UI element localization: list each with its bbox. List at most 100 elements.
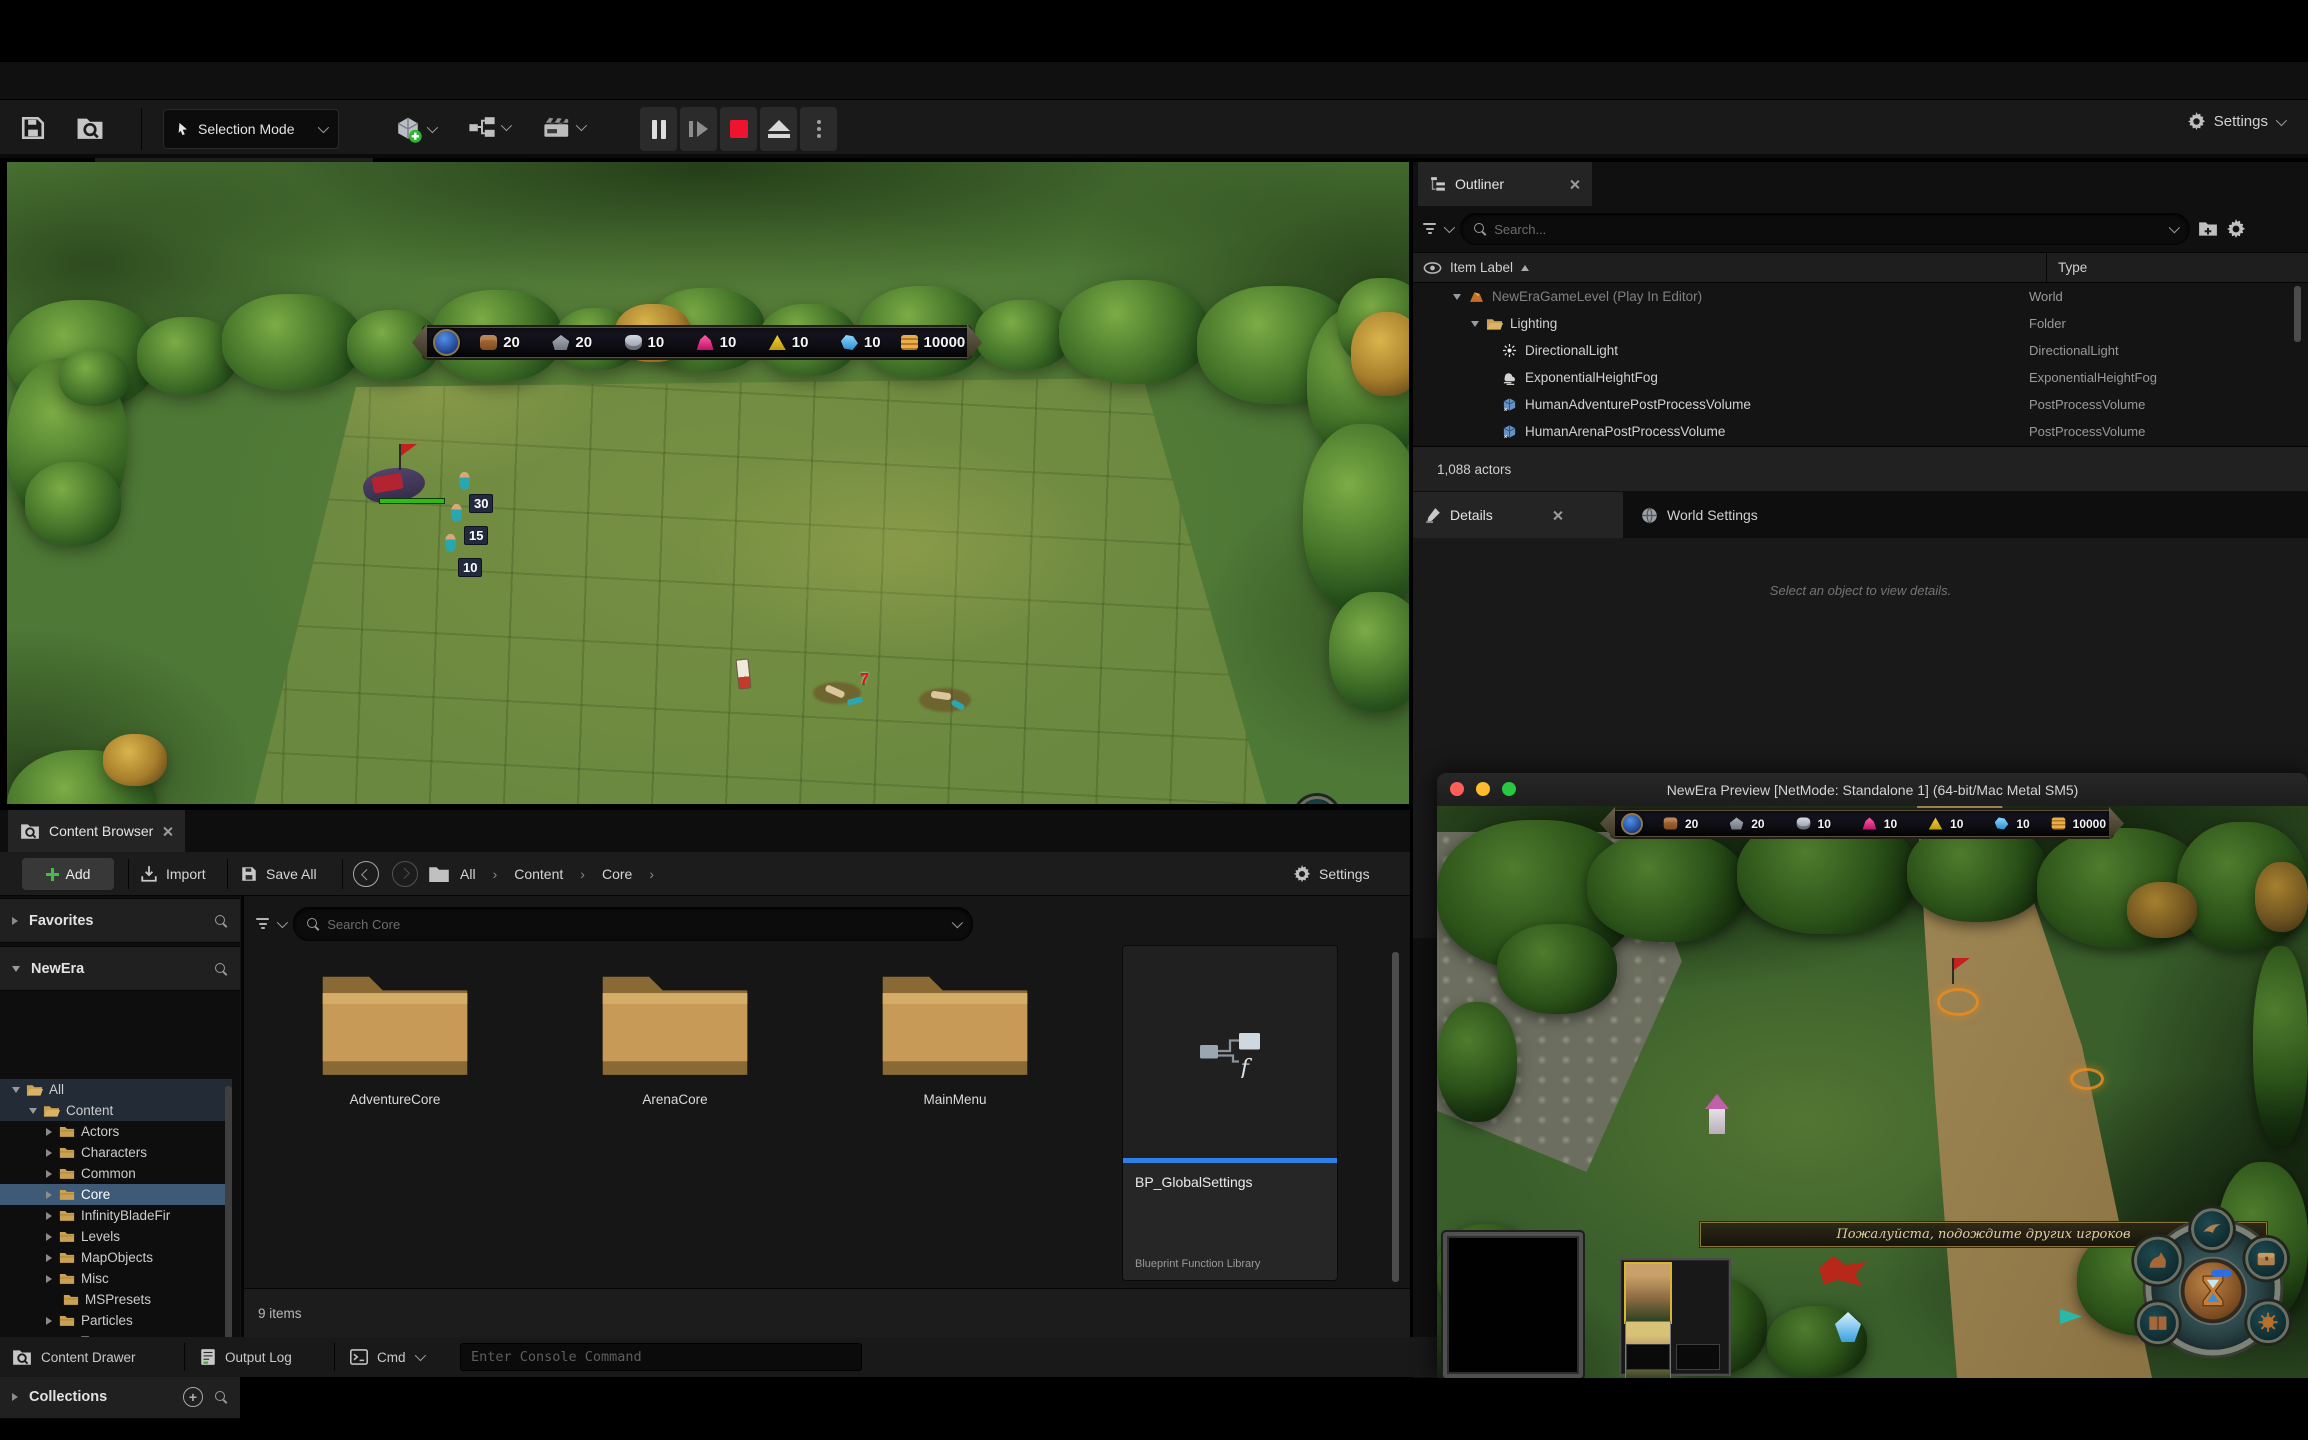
frame-skip-button[interactable]	[680, 107, 717, 151]
blueprints-button[interactable]	[468, 115, 509, 139]
sidebar-item-misc[interactable]: Misc	[0, 1268, 232, 1289]
outliner-search-box[interactable]	[1460, 213, 2190, 245]
add-folder-icon[interactable]	[2198, 219, 2218, 239]
defend-button[interactable]	[2247, 1301, 2289, 1343]
eject-button[interactable]	[760, 107, 797, 151]
sidebar-item-levels[interactable]: Levels	[0, 1226, 232, 1247]
favorites-section-header[interactable]: Favorites	[0, 898, 240, 943]
asset-tile-folder[interactable]: AdventureCore	[300, 960, 490, 1107]
outliner-row[interactable]: HumanArenaPostProcessVolumePostProcessVo…	[1413, 418, 2308, 445]
chevron-down-icon[interactable]	[952, 917, 963, 928]
close-icon[interactable]	[162, 826, 173, 837]
expander-down-icon[interactable]	[12, 1087, 20, 1093]
asset-search-input[interactable]	[327, 917, 944, 932]
inventory-button[interactable]	[2245, 1238, 2287, 1280]
outliner-row[interactable]: HumanAdventurePostProcessVolumePostProce…	[1413, 391, 2308, 418]
filter-icon[interactable]	[1423, 223, 1436, 235]
content-browser-settings-button[interactable]: Settings	[1293, 852, 1370, 896]
sidebar-item-infinitybladefir[interactable]: InfinityBladeFir	[0, 1205, 232, 1226]
outliner-row[interactable]: NewEraGameLevel (Play In Editor)World	[1413, 283, 2308, 310]
preview-command-wheel[interactable]	[2138, 1214, 2288, 1364]
preview-game-view[interactable]: 20201010101010000 Пожалуйста, подождите …	[1437, 806, 2308, 1378]
preview-hero-panel[interactable]	[1619, 1258, 1731, 1376]
close-icon[interactable]	[1569, 179, 1580, 190]
expander-right-icon[interactable]	[46, 1191, 52, 1199]
expander-right-icon[interactable]	[46, 1149, 52, 1157]
minimize-window-button[interactable]	[1476, 782, 1490, 796]
sidebar-item-mapobjects[interactable]: MapObjects	[0, 1247, 232, 1268]
expander-right-icon[interactable]	[46, 1170, 52, 1178]
import-button[interactable]: Import	[140, 852, 206, 896]
add-actor-button[interactable]	[394, 115, 435, 143]
preview-window[interactable]: NewEra Preview [NetMode: Standalone 1] (…	[1437, 773, 2308, 1378]
chevron-down-icon[interactable]	[2169, 222, 2180, 233]
sidebar-item-characters[interactable]: Characters	[0, 1142, 232, 1163]
spellbook-button[interactable]	[2137, 1302, 2179, 1344]
sidebar-item-actors[interactable]: Actors	[0, 1121, 232, 1142]
stop-button[interactable]	[720, 107, 757, 151]
expander-right-icon[interactable]	[46, 1275, 52, 1283]
type-column-header[interactable]: Type	[2058, 260, 2087, 275]
preview-title-bar[interactable]: NewEra Preview [NetMode: Standalone 1] (…	[1437, 773, 2308, 806]
collections-section-header[interactable]: Collections +	[0, 1374, 240, 1419]
asset-grid-scrollbar[interactable]	[1392, 952, 1399, 1282]
hero-slot-selected[interactable]	[1626, 1264, 1670, 1322]
expander-right-icon[interactable]	[46, 1317, 52, 1325]
expander-right-icon[interactable]	[46, 1128, 52, 1136]
add-button[interactable]: Add	[22, 858, 114, 890]
save-level-button[interactable]	[20, 115, 46, 141]
sidebar-item-core[interactable]: Core	[0, 1184, 232, 1205]
outliner-row[interactable]: LightingFolder	[1413, 310, 2308, 337]
asset-search-box[interactable]	[293, 907, 973, 941]
outliner-search-input[interactable]	[1494, 222, 2161, 237]
project-section-header[interactable]: NewEra	[0, 946, 240, 991]
output-log-button[interactable]: Output Log	[200, 1337, 292, 1377]
outliner-row[interactable]: ExponentialHeightFogExponentialHeightFog	[1413, 364, 2308, 391]
sidebar-item-particles[interactable]: Particles	[0, 1310, 232, 1331]
console-command-input[interactable]	[471, 1349, 851, 1365]
eye-icon[interactable]	[1423, 262, 1442, 274]
breadcrumb-content[interactable]: Content	[514, 866, 563, 882]
expander-right-icon[interactable]	[46, 1254, 52, 1262]
expander-down-icon[interactable]	[29, 1108, 37, 1114]
history-back-button[interactable]	[353, 852, 379, 896]
outliner-settings-gear-icon[interactable]	[2226, 219, 2246, 239]
close-window-button[interactable]	[1450, 782, 1464, 796]
level-viewport[interactable]: 30 15 10 7 20201010101010000 10 10301510…	[7, 162, 1409, 804]
asset-tile-folder[interactable]: MainMenu	[860, 960, 1050, 1107]
search-icon[interactable]	[214, 1390, 228, 1404]
outliner-tab[interactable]: Outliner	[1418, 162, 1592, 206]
sidebar-item-mspresets[interactable]: MSPresets	[0, 1289, 232, 1310]
expander-down-icon[interactable]	[1471, 321, 1479, 327]
cinematics-button[interactable]	[543, 115, 584, 139]
outliner-scrollbar[interactable]	[2294, 286, 2301, 342]
details-tab[interactable]: Details	[1413, 492, 1623, 538]
outliner-row[interactable]: DirectionalLightDirectionalLight	[1413, 337, 2308, 364]
sidebar-item-common[interactable]: Common	[0, 1163, 232, 1184]
world-settings-tab[interactable]: World Settings	[1623, 492, 1776, 538]
close-icon[interactable]	[1552, 510, 1563, 521]
history-forward-button[interactable]	[392, 852, 418, 896]
search-icon[interactable]	[214, 914, 228, 928]
item-label-column-header[interactable]: Item Label	[1450, 260, 1513, 275]
cmd-dropdown[interactable]: Cmd	[350, 1337, 423, 1377]
search-icon[interactable]	[214, 962, 228, 976]
content-drawer-button[interactable]: Content Drawer	[12, 1337, 136, 1377]
console-command-box[interactable]	[460, 1343, 862, 1371]
sidebar-item-content[interactable]: Content	[0, 1100, 232, 1121]
zoom-window-button[interactable]	[1502, 782, 1516, 796]
breadcrumb-core[interactable]: Core	[602, 866, 632, 882]
breadcrumb-all[interactable]: All	[460, 866, 476, 882]
kingdom-button[interactable]	[2191, 1208, 2233, 1250]
filter-icon[interactable]	[256, 918, 269, 930]
chevron-down-icon[interactable]	[277, 917, 288, 928]
sidebar-item-all[interactable]: All	[0, 1079, 232, 1100]
expander-right-icon[interactable]	[46, 1233, 52, 1241]
command-wheel[interactable]	[1239, 802, 1397, 804]
editor-mode-dropdown[interactable]: Selection Mode	[163, 109, 339, 149]
sidebar-scrollbar[interactable]	[225, 1086, 232, 1362]
pause-button[interactable]	[640, 107, 677, 151]
play-options-button[interactable]	[800, 107, 837, 151]
chevron-down-icon[interactable]	[1444, 222, 1455, 233]
asset-tile-blueprint[interactable]: f BP_GlobalSettings Blueprint Function L…	[1123, 946, 1337, 1280]
